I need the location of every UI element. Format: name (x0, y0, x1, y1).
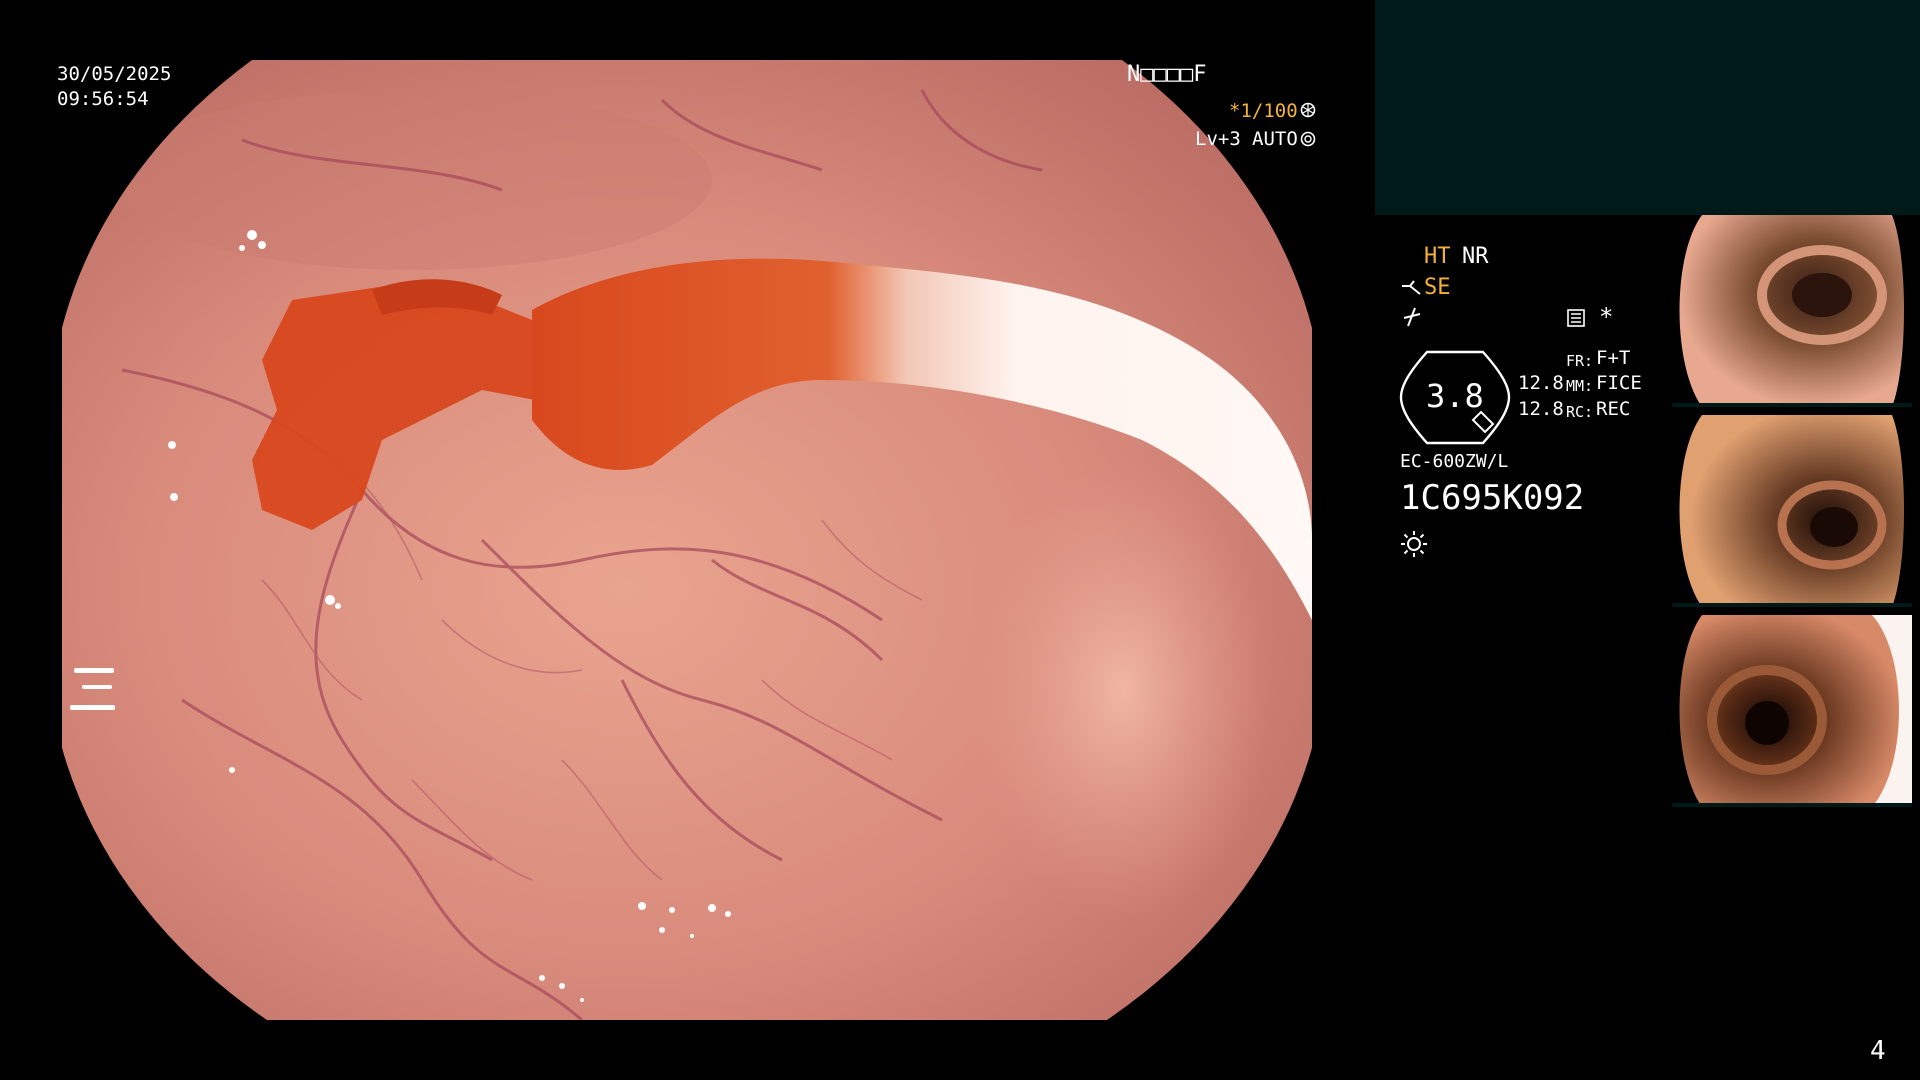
level-text: Lv+3 (1195, 128, 1241, 150)
rc-value-top: 12.8 (1518, 398, 1564, 420)
capture-thumbnail[interactable] (1672, 615, 1912, 807)
rc-label: RC: (1566, 403, 1594, 421)
zoom-value: 3.8 (1426, 377, 1484, 415)
iris-mode-text: AUTO (1252, 128, 1298, 150)
iris-icon (1300, 131, 1316, 147)
capture-thumbnail[interactable] (1672, 415, 1912, 607)
flow-icon (1402, 306, 1422, 328)
asterisk-indicator: * (1599, 303, 1614, 331)
mm-value-top: 12.8 (1518, 372, 1564, 394)
endoscope-image (62, 60, 1312, 1020)
shutter-speed: *1/100 (1229, 100, 1298, 122)
rc-value: REC (1596, 398, 1631, 420)
page-number: 4 (1870, 1036, 1886, 1066)
capture-thumbnail[interactable] (1672, 215, 1912, 407)
se-label: SE (1424, 275, 1451, 300)
aperture-icon (1300, 102, 1316, 118)
fr-label: FR: (1566, 352, 1594, 370)
endoscope-live-view (62, 60, 1312, 1020)
ht-label: HT (1424, 244, 1451, 269)
mm-label: MM: (1566, 377, 1594, 395)
info-panel-background (1375, 0, 1920, 215)
scope-model: EC-600ZW/L (1400, 451, 1509, 472)
mm-value: FICE (1596, 372, 1642, 394)
fr-value: F+T (1596, 347, 1631, 369)
light-sun-icon (1400, 530, 1428, 558)
date-text: 30/05/2025 (57, 63, 172, 85)
time-text: 09:56:54 (57, 88, 149, 110)
record-icon (1566, 308, 1586, 328)
nr-label: NR (1462, 244, 1489, 269)
patient-code: N□□□□F (1127, 62, 1207, 87)
scope-serial: 1C695K092 (1400, 478, 1585, 518)
scope-angle-icon (1400, 278, 1422, 298)
